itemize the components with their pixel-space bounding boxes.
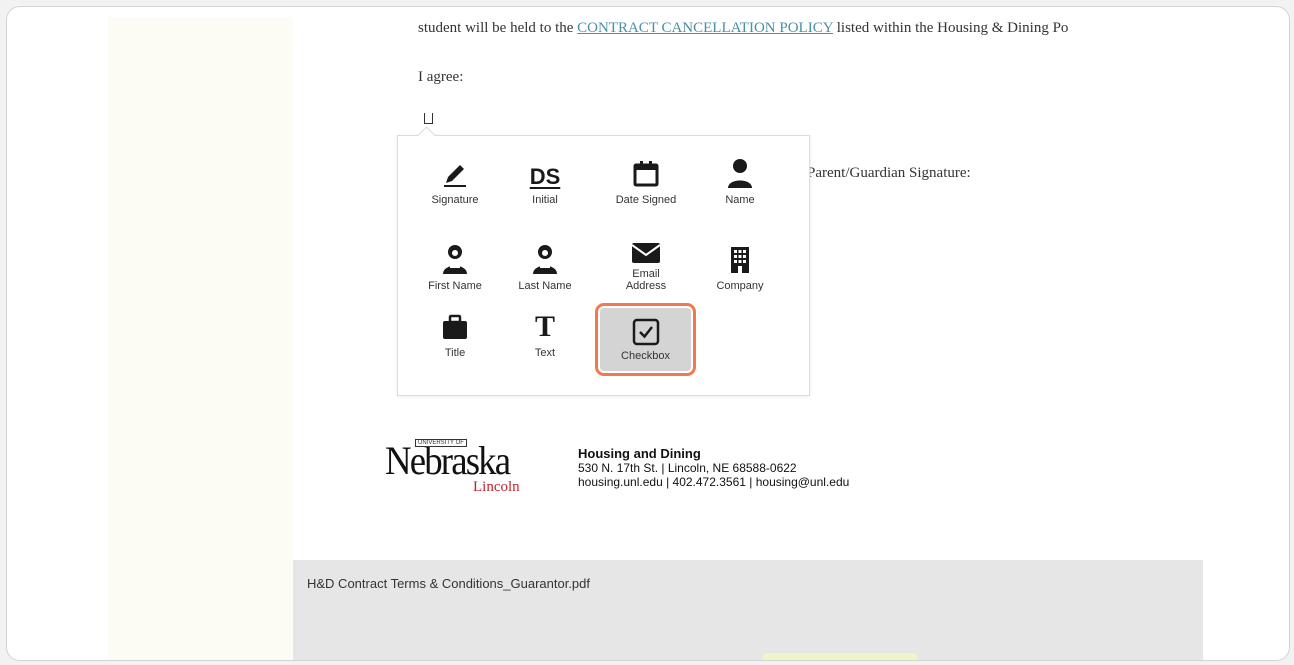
text-icon: T	[534, 310, 555, 343]
cancellation-clause: student will be held to the CONTRACT CAN…	[418, 20, 1203, 37]
department-contact-line: housing.unl.edu | 402.472.3561 | housing…	[578, 475, 850, 489]
tool-label: Last Name	[518, 280, 572, 292]
tool-label: Name	[725, 194, 755, 206]
unl-logo: Nebraska UNIVERSITY OF Lincoln	[385, 439, 535, 499]
tool-label: First Name	[428, 280, 482, 292]
ds-initial-icon: DS	[529, 164, 561, 189]
guardian-signature-label: Parent/Guardian Signature:	[807, 165, 971, 181]
tool-label: Checkbox	[621, 350, 670, 362]
tool-label: Email Address	[625, 268, 667, 292]
tool-label: Date Signed	[615, 194, 677, 206]
tool-email-address[interactable]: Email Address	[606, 236, 686, 306]
tool-signature[interactable]: Signature	[415, 150, 495, 220]
document-filename: H&D Contract Terms & Conditions_Guaranto…	[307, 576, 591, 591]
field-palette: Signature DS Initial Date Signed Name Fi…	[397, 135, 810, 396]
agree-label: I agree:	[418, 69, 464, 85]
action-button[interactable]	[763, 653, 917, 660]
tool-first-name[interactable]: First Name	[415, 236, 495, 306]
calendar-icon	[631, 153, 661, 189]
person-id-icon	[530, 239, 560, 275]
briefcase-icon	[440, 306, 470, 342]
tool-checkbox[interactable]: Checkbox	[595, 303, 696, 376]
person-id-icon	[440, 239, 470, 275]
tool-company[interactable]: Company	[700, 236, 780, 306]
checkbox-icon	[632, 310, 660, 346]
tool-label: Initial	[532, 194, 558, 206]
placed-checkbox-field[interactable]	[424, 113, 433, 124]
cancellation-policy-link[interactable]: CONTRACT CANCELLATION POLICY	[577, 20, 833, 36]
tool-label: Signature	[431, 194, 479, 206]
tool-text[interactable]: T Text	[505, 303, 585, 373]
logo-campus: Lincoln	[473, 479, 520, 495]
envelope-icon	[630, 236, 662, 266]
app-frame: student will be held to the CONTRACT CAN…	[6, 6, 1290, 661]
tool-last-name[interactable]: Last Name	[505, 236, 585, 306]
tool-name[interactable]: Name	[700, 150, 780, 220]
tool-label: Title	[444, 347, 466, 359]
pen-icon	[440, 153, 470, 189]
logo-university-tag: UNIVERSITY OF	[415, 439, 467, 447]
tool-label: Text	[534, 347, 556, 359]
clause-prefix: student will be held to the	[418, 20, 578, 36]
logo-wordmark: Nebraska	[385, 438, 511, 483]
left-panel	[108, 17, 293, 660]
department-address: 530 N. 17th St. | Lincoln, NE 68588-0622	[578, 461, 797, 475]
department-name: Housing and Dining	[578, 446, 701, 461]
person-icon	[725, 153, 755, 189]
tool-initial[interactable]: DS Initial	[505, 150, 585, 220]
document-footer-bar: H&D Contract Terms & Conditions_Guaranto…	[293, 560, 1203, 660]
tool-date-signed[interactable]: Date Signed	[606, 150, 686, 220]
clause-suffix: listed within the Housing & Dining Po	[832, 20, 1069, 36]
letterhead-contact: Housing and Dining 530 N. 17th St. | Lin…	[578, 446, 850, 490]
tool-title[interactable]: Title	[415, 303, 495, 373]
tool-label: Company	[716, 280, 764, 292]
building-icon	[728, 239, 752, 275]
